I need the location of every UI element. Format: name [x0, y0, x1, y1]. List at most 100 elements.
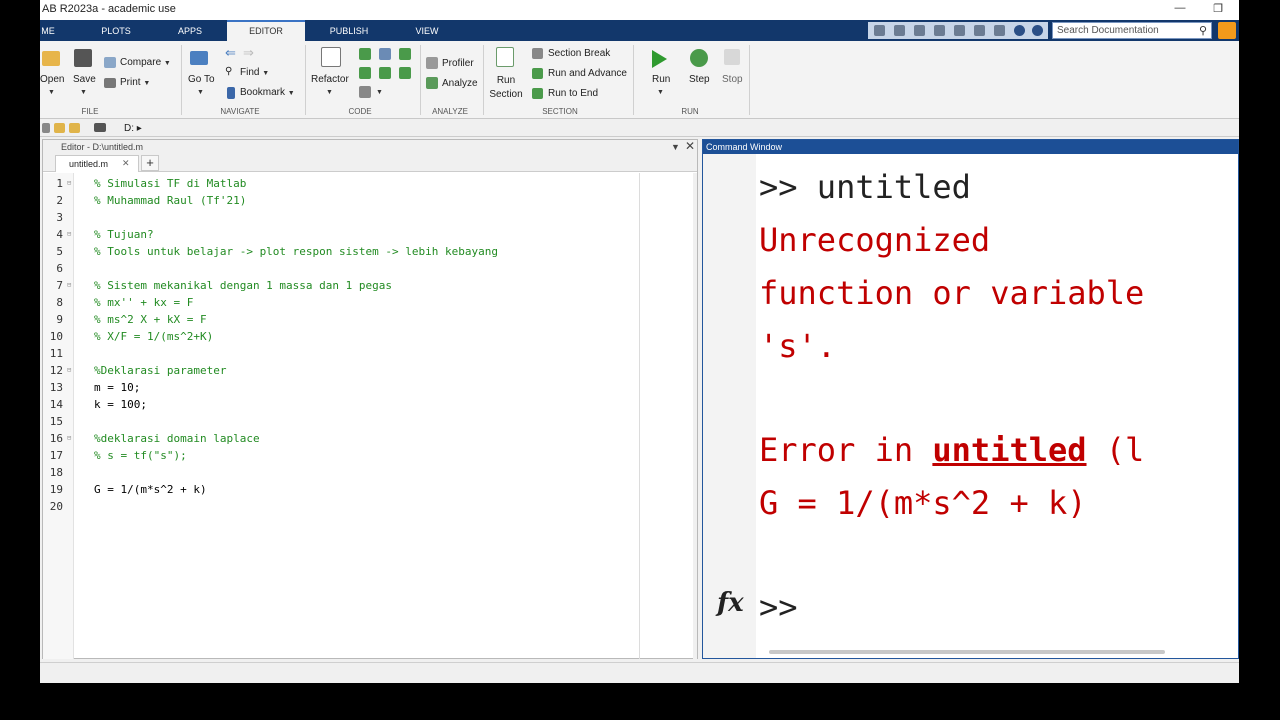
- help-icon[interactable]: [1014, 25, 1025, 36]
- code-line[interactable]: 13 m = 10;: [43, 379, 697, 396]
- tab-plots[interactable]: PLOTS: [96, 20, 136, 41]
- run-section-button[interactable]: Run Section: [488, 74, 524, 102]
- analyze-icon[interactable]: [426, 77, 438, 89]
- code-line[interactable]: 7 ⊟ % Sistem mekanikal dengan 1 massa dan …: [43, 277, 697, 294]
- open-icon[interactable]: [42, 51, 60, 66]
- code-line[interactable]: 9 % ms^2 X + kX = F: [43, 311, 697, 328]
- find-icon[interactable]: ⚲: [225, 66, 232, 77]
- run-section-icon[interactable]: [496, 47, 514, 67]
- run-icon[interactable]: [650, 49, 668, 69]
- print-button[interactable]: Print ▼: [120, 77, 150, 88]
- command-window-scrollbar[interactable]: [769, 650, 1165, 654]
- minimize-icon[interactable]: —: [1168, 2, 1192, 18]
- run-to-end-button[interactable]: Run to End: [548, 88, 598, 99]
- code-line[interactable]: 11: [43, 345, 697, 362]
- new-tab-button[interactable]: +: [141, 155, 159, 171]
- tab-view[interactable]: VIEW: [410, 20, 444, 41]
- tab-publish[interactable]: PUBLISH: [324, 20, 374, 41]
- restore-icon[interactable]: ❐: [1206, 2, 1230, 18]
- run-to-end-icon[interactable]: [532, 88, 543, 99]
- code-line[interactable]: 12 ⊟ %Deklarasi parameter: [43, 362, 697, 379]
- back-arrow-icon[interactable]: ⇐: [225, 45, 236, 61]
- redo-icon[interactable]: [974, 25, 985, 36]
- step-icon[interactable]: [690, 49, 708, 67]
- copy-icon[interactable]: [914, 25, 925, 36]
- comment-icon[interactable]: [359, 48, 371, 60]
- undo-icon[interactable]: [954, 25, 965, 36]
- step-button[interactable]: Step: [689, 74, 710, 85]
- code-line[interactable]: 3: [43, 209, 697, 226]
- run-advance-icon[interactable]: [532, 68, 543, 79]
- save-button[interactable]: Save: [73, 74, 96, 85]
- forward-arrow-icon[interactable]: ⇒: [243, 45, 254, 61]
- notification-icon[interactable]: [1218, 22, 1236, 39]
- stop-icon[interactable]: [724, 49, 740, 65]
- code-line[interactable]: 16 ⊟ %deklarasi domain laplace: [43, 430, 697, 447]
- current-folder-path[interactable]: D: ▸: [124, 123, 142, 134]
- editor-menu-icon[interactable]: ▼: [671, 140, 680, 154]
- close-tab-icon[interactable]: ✕: [122, 158, 130, 169]
- goto-button[interactable]: Go To: [188, 74, 215, 85]
- code-line[interactable]: 18: [43, 464, 697, 481]
- goto-icon[interactable]: [190, 51, 208, 65]
- uncomment-icon[interactable]: [379, 48, 391, 60]
- print-icon[interactable]: [104, 78, 116, 88]
- code-line[interactable]: 6: [43, 260, 697, 277]
- code-line[interactable]: 14 k = 100;: [43, 396, 697, 413]
- editor-close-icon[interactable]: ✕: [685, 139, 695, 153]
- increase-indent-icon[interactable]: [399, 67, 411, 79]
- section-break-icon[interactable]: [532, 48, 543, 59]
- fold-toggle-icon[interactable]: ⊟: [67, 226, 71, 243]
- save-icon[interactable]: [74, 49, 92, 67]
- search-icon[interactable]: ⚲: [1199, 24, 1207, 37]
- wrap-comment-icon[interactable]: [399, 48, 411, 60]
- stop-button[interactable]: Stop: [722, 74, 743, 85]
- bookmark-icon[interactable]: [227, 87, 235, 99]
- compare-icon[interactable]: [104, 57, 116, 68]
- fold-toggle-icon[interactable]: ⊟: [67, 430, 71, 447]
- error-file-link[interactable]: untitled: [932, 431, 1086, 469]
- folder-up-icon[interactable]: [54, 123, 65, 133]
- refactor-icon[interactable]: [321, 47, 341, 67]
- code-line[interactable]: 19 G = 1/(m*s^2 + k): [43, 481, 697, 498]
- code-line[interactable]: 8 % mx'' + kx = F: [43, 294, 697, 311]
- code-line[interactable]: 1 ⊟ % Simulasi TF di Matlab: [43, 175, 697, 192]
- code-line[interactable]: 15: [43, 413, 697, 430]
- tab-editor[interactable]: EDITOR: [227, 20, 305, 41]
- decrease-indent-icon[interactable]: [379, 67, 391, 79]
- code-line[interactable]: 2 % Muhammad Raul (Tf'21): [43, 192, 697, 209]
- code-line[interactable]: 20: [43, 498, 697, 515]
- refactor-button[interactable]: Refactor: [311, 74, 349, 85]
- fold-toggle-icon[interactable]: ⊟: [67, 175, 71, 192]
- open-button[interactable]: Open: [40, 74, 64, 85]
- cut-icon[interactable]: [894, 25, 905, 36]
- search-input[interactable]: Search Documentation ⚲: [1052, 22, 1212, 39]
- run-advance-button[interactable]: Run and Advance: [548, 68, 627, 79]
- run-button[interactable]: Run: [652, 74, 670, 85]
- tab-home[interactable]: ME: [40, 20, 56, 41]
- find-button[interactable]: Find ▼: [240, 67, 269, 78]
- section-break-button[interactable]: Section Break: [548, 48, 610, 59]
- tab-apps[interactable]: APPS: [170, 20, 210, 41]
- fold-toggle-icon[interactable]: ⊟: [67, 277, 71, 294]
- analyze-button[interactable]: Analyze: [442, 78, 478, 89]
- profiler-icon[interactable]: [426, 57, 438, 69]
- function-browser-icon[interactable]: fx: [717, 588, 744, 618]
- code-line[interactable]: 10 % X/F = 1/(ms^2+K): [43, 328, 697, 345]
- fx-icon[interactable]: [359, 86, 371, 98]
- code-area[interactable]: 1 ⊟ % Simulasi TF di Matlab 2 % Muhammad Rau…: [43, 175, 697, 655]
- browse-folder-icon[interactable]: [69, 123, 80, 133]
- expand-icon[interactable]: [1032, 25, 1043, 36]
- profiler-button[interactable]: Profiler: [442, 58, 474, 69]
- back-icon[interactable]: [42, 123, 50, 133]
- smart-indent-icon[interactable]: [359, 67, 371, 79]
- command-prompt[interactable]: >>: [759, 587, 798, 627]
- code-line[interactable]: 17 % s = tf("s");: [43, 447, 697, 464]
- code-line[interactable]: 4 ⊟ % Tujuan?: [43, 226, 697, 243]
- compare-button[interactable]: Compare ▼: [120, 57, 171, 68]
- bookmark-button[interactable]: Bookmark ▼: [240, 87, 295, 98]
- paste-icon[interactable]: [934, 25, 945, 36]
- switch-windows-icon[interactable]: [994, 25, 1005, 36]
- code-line[interactable]: 5 % Tools untuk belajar -> plot respon si…: [43, 243, 697, 260]
- file-tab-untitled[interactable]: untitled.m ✕: [55, 155, 139, 172]
